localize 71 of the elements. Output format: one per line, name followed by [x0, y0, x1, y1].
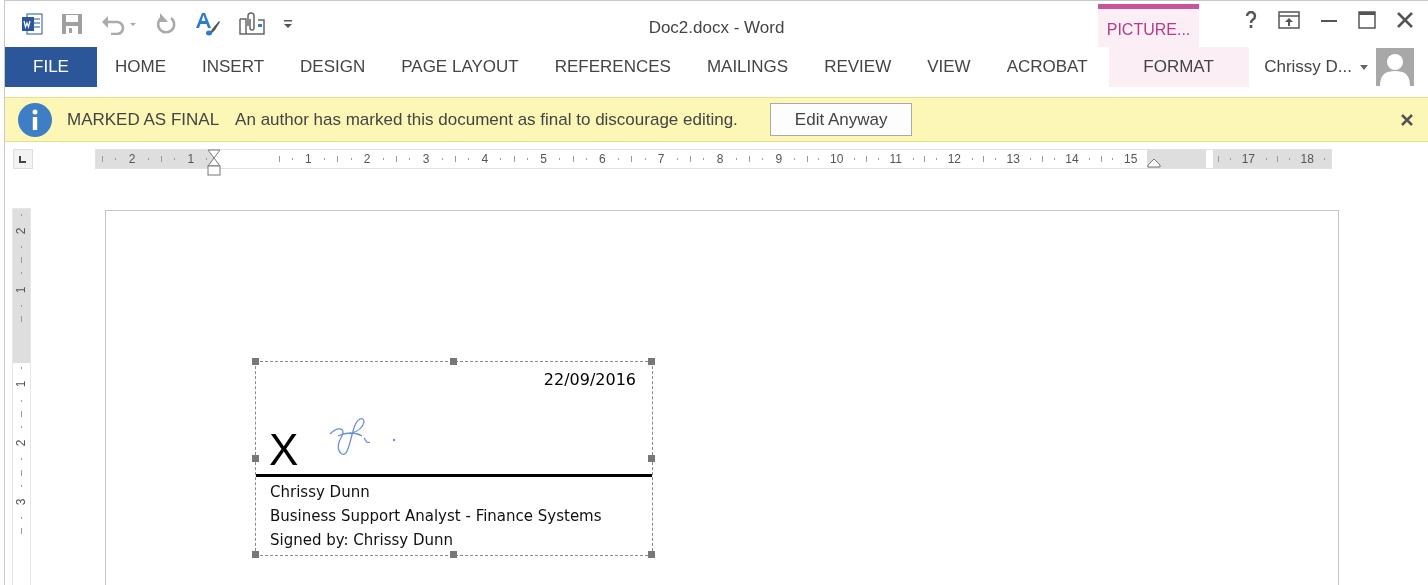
ruler-number: 8 [716, 151, 724, 168]
ruler-number: 2 [363, 151, 371, 168]
resize-handle[interactable] [648, 551, 655, 558]
ribbon-tab[interactable]: REFERENCES [536, 47, 689, 87]
ribbon-tab[interactable]: VIEW [909, 47, 989, 87]
ruler-number: 2 [15, 227, 28, 235]
tab-selector-icon[interactable] [13, 149, 33, 169]
ribbon-tab[interactable]: REVIEW [806, 47, 910, 87]
ruler-number: 1 [15, 381, 28, 388]
ruler-number: 13 [1006, 151, 1020, 168]
ruler-number: 6 [599, 151, 606, 168]
infobar-message: An author has marked this document as final to discourage editing. [235, 108, 738, 131]
ribbon-tab[interactable]: HOME [97, 47, 184, 87]
ruler-number: 3 [422, 151, 430, 168]
ruler-number: 2 [15, 439, 28, 447]
signature-text: Business Support Analyst - Finance Systems [270, 506, 602, 527]
spelling-icon[interactable] [195, 12, 221, 36]
account-name[interactable]: Chrissy D... [1264, 54, 1352, 80]
close-icon[interactable] [1400, 112, 1414, 127]
resize-handle[interactable] [450, 551, 457, 558]
ruler-number: 10 [830, 151, 844, 168]
attachment-icon[interactable] [239, 12, 265, 36]
ruler-number: 7 [657, 151, 665, 168]
ruler-number: 2 [128, 151, 136, 168]
ribbon-display-icon[interactable] [1278, 11, 1300, 29]
signature-text: Signed by: Chrissy Dunn [270, 530, 454, 551]
ruler-number: 15 [1124, 151, 1138, 168]
help-icon[interactable] [1244, 11, 1258, 29]
ruler-number: 1 [305, 151, 312, 168]
caret-icon[interactable] [1360, 64, 1368, 70]
close-icon[interactable] [1396, 11, 1414, 29]
save-icon[interactable] [61, 13, 83, 35]
resize-handle[interactable] [648, 454, 655, 462]
info-icon [17, 101, 53, 138]
document-icon[interactable] [21, 13, 43, 35]
ruler-number: 5 [540, 151, 547, 168]
ruler-number: 12 [947, 151, 962, 168]
resize-handle[interactable] [252, 358, 259, 365]
resize-handle[interactable] [648, 358, 655, 365]
resize-handle[interactable] [252, 454, 259, 462]
ribbon-tab[interactable]: FORMAT [1108, 47, 1249, 87]
ruler-number: 4 [481, 151, 489, 168]
resize-handle[interactable] [252, 551, 259, 558]
ruler-number: 9 [775, 151, 783, 168]
ruler-number: 1 [187, 151, 195, 168]
ruler-number: 1 [15, 286, 28, 293]
ruler-number: 17 [1241, 151, 1255, 168]
ruler-number: 18 [1300, 151, 1314, 168]
customize-icon[interactable] [283, 19, 293, 29]
maximize-icon[interactable] [1358, 11, 1376, 29]
edit-anyway-button[interactable]: Edit Anyway [769, 102, 913, 137]
ruler-number: 14 [1065, 151, 1079, 168]
indent-marker-icon[interactable] [1147, 158, 1162, 168]
ribbon-tab[interactable]: INSERT [184, 47, 283, 87]
signature-date: 22/09/2016 [542, 369, 637, 391]
avatar-icon[interactable] [1376, 48, 1414, 86]
ribbon-tab[interactable]: MAILINGS [688, 47, 807, 87]
signature-text: Chrissy Dunn [270, 482, 370, 503]
window-title: Doc2.docx - Word [648, 18, 785, 37]
ruler-number: 3 [15, 498, 28, 506]
resize-handle[interactable] [450, 358, 457, 365]
ribbon-tab[interactable]: PAGE LAYOUT [383, 47, 537, 87]
ribbon-tab[interactable]: DESIGN [282, 47, 384, 87]
contextual-group-label: PICTURE... [1098, 4, 1199, 47]
redo-icon[interactable] [155, 13, 177, 35]
ribbon-tab[interactable]: ACROBAT [988, 47, 1106, 87]
infobar-title: MARKED AS FINAL [67, 108, 220, 131]
signature-mark: X [269, 428, 299, 472]
ruler-number: 11 [889, 151, 902, 168]
indent-marker-icon[interactable] [206, 149, 221, 177]
ribbon-tab[interactable]: FILE [5, 47, 97, 87]
